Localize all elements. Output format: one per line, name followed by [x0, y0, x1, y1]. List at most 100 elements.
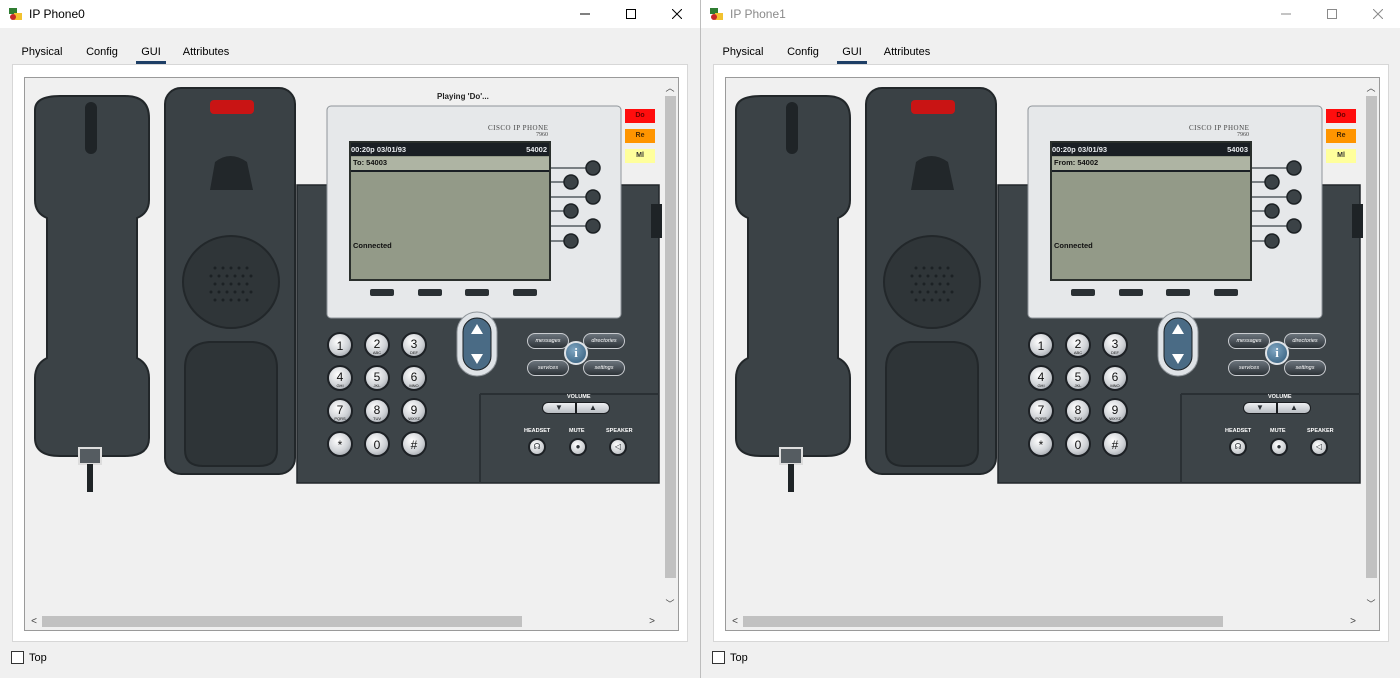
key-6[interactable]: 6 MNO	[401, 365, 427, 391]
tab-config[interactable]: Config	[72, 40, 132, 64]
scroll-down-icon[interactable]: ﹀	[1363, 596, 1379, 612]
top-checkbox[interactable]	[712, 651, 725, 664]
volume-down-button[interactable]: ▼	[542, 402, 576, 414]
speaker-button[interactable]: ◁	[1310, 438, 1328, 456]
close-button[interactable]	[654, 0, 700, 28]
vertical-scroll-thumb[interactable]	[1366, 96, 1377, 578]
scroll-up-icon[interactable]: ︿	[662, 80, 678, 96]
horizontal-scrollbar[interactable]: < >	[726, 613, 1379, 630]
settings-button[interactable]: settings	[583, 360, 625, 376]
messages-button[interactable]: messages	[527, 333, 569, 349]
side-button-ml[interactable]: Ml	[625, 149, 655, 163]
key-0[interactable]: 0	[364, 431, 390, 457]
minimize-button[interactable]	[562, 0, 608, 28]
softkey-4[interactable]	[513, 289, 537, 296]
close-button[interactable]	[1355, 0, 1400, 28]
scroll-left-icon[interactable]: <	[727, 613, 743, 630]
title-bar[interactable]: IP Phone1	[701, 0, 1400, 28]
line-button-6[interactable]	[563, 233, 579, 249]
key-star[interactable]: *	[327, 431, 353, 457]
key-5[interactable]: 5 JKL	[1065, 365, 1091, 391]
line-button-2[interactable]	[1264, 174, 1280, 190]
softkey-1[interactable]	[1071, 289, 1095, 296]
key-7[interactable]: 7 PQRS	[1028, 398, 1054, 424]
softkey-4[interactable]	[1214, 289, 1238, 296]
tab-gui[interactable]: GUI	[831, 40, 873, 64]
key-5[interactable]: 5 JKL	[364, 365, 390, 391]
maximize-button[interactable]	[608, 0, 654, 28]
info-button[interactable]: i	[564, 341, 588, 365]
directories-button[interactable]: directories	[583, 333, 625, 349]
top-checkbox-label[interactable]: Top	[29, 652, 47, 664]
key-8[interactable]: 8 TUV	[1065, 398, 1091, 424]
volume-down-button[interactable]: ▼	[1243, 402, 1277, 414]
key-4[interactable]: 4 GHI	[327, 365, 353, 391]
tab-attributes[interactable]: Attributes	[172, 40, 240, 64]
side-button-do[interactable]: Do	[625, 109, 655, 123]
volume-up-button[interactable]: ▲	[576, 402, 610, 414]
scroll-up-icon[interactable]: ︿	[1363, 80, 1379, 96]
horizontal-scroll-thumb[interactable]	[743, 616, 1223, 627]
line-button-2[interactable]	[563, 174, 579, 190]
minimize-button[interactable]	[1263, 0, 1309, 28]
key-1[interactable]: 1	[327, 332, 353, 358]
softkey-2[interactable]	[418, 289, 442, 296]
line-button-5[interactable]	[585, 218, 601, 234]
line-button-4[interactable]	[1264, 203, 1280, 219]
softkey-1[interactable]	[370, 289, 394, 296]
scroll-right-icon[interactable]: >	[1345, 613, 1361, 630]
volume-up-button[interactable]: ▲	[1277, 402, 1311, 414]
softkey-3[interactable]	[1166, 289, 1190, 296]
horizontal-scrollbar[interactable]: < >	[25, 613, 678, 630]
mute-button[interactable]: ●	[1270, 438, 1288, 456]
horizontal-scroll-thumb[interactable]	[42, 616, 522, 627]
key-0[interactable]: 0	[1065, 431, 1091, 457]
line-button-3[interactable]	[585, 189, 601, 205]
messages-button[interactable]: messages	[1228, 333, 1270, 349]
key-2[interactable]: 2 ABC	[364, 332, 390, 358]
key-1[interactable]: 1	[1028, 332, 1054, 358]
vertical-scrollbar[interactable]: ︿ ﹀	[1363, 78, 1379, 614]
key-4[interactable]: 4 GHI	[1028, 365, 1054, 391]
softkey-2[interactable]	[1119, 289, 1143, 296]
key-9[interactable]: 9 WXYZ	[401, 398, 427, 424]
services-button[interactable]: services	[527, 360, 569, 376]
softkey-3[interactable]	[465, 289, 489, 296]
key-8[interactable]: 8 TUV	[364, 398, 390, 424]
scroll-left-icon[interactable]: <	[26, 613, 42, 630]
mute-button[interactable]: ●	[569, 438, 587, 456]
key-6[interactable]: 6 MNO	[1102, 365, 1128, 391]
directories-button[interactable]: directories	[1284, 333, 1326, 349]
vertical-scrollbar[interactable]: ︿ ﹀	[662, 78, 678, 614]
key-2[interactable]: 2 ABC	[1065, 332, 1091, 358]
key-7[interactable]: 7 PQRS	[327, 398, 353, 424]
tab-physical[interactable]: Physical	[713, 40, 773, 64]
key-3[interactable]: 3 DEF	[1102, 332, 1128, 358]
info-button[interactable]: i	[1265, 341, 1289, 365]
key-3[interactable]: 3 DEF	[401, 332, 427, 358]
vertical-scroll-thumb[interactable]	[665, 96, 676, 578]
line-button-5[interactable]	[1286, 218, 1302, 234]
side-button-re[interactable]: Re	[1326, 129, 1356, 143]
side-button-do[interactable]: Do	[1326, 109, 1356, 123]
maximize-button[interactable]	[1309, 0, 1355, 28]
line-button-4[interactable]	[563, 203, 579, 219]
key-pound[interactable]: #	[1102, 431, 1128, 457]
line-button-1[interactable]	[1286, 160, 1302, 176]
side-button-ml[interactable]: Ml	[1326, 149, 1356, 163]
key-star[interactable]: *	[1028, 431, 1054, 457]
scroll-right-icon[interactable]: >	[644, 613, 660, 630]
key-pound[interactable]: #	[401, 431, 427, 457]
title-bar[interactable]: IP Phone0	[0, 0, 700, 28]
services-button[interactable]: services	[1228, 360, 1270, 376]
side-button-re[interactable]: Re	[625, 129, 655, 143]
line-button-6[interactable]	[1264, 233, 1280, 249]
headset-button[interactable]: ☊	[1229, 438, 1247, 456]
tab-physical[interactable]: Physical	[12, 40, 72, 64]
key-9[interactable]: 9 WXYZ	[1102, 398, 1128, 424]
scroll-down-icon[interactable]: ﹀	[662, 596, 678, 612]
top-checkbox-label[interactable]: Top	[730, 652, 748, 664]
speaker-button[interactable]: ◁	[609, 438, 627, 456]
headset-button[interactable]: ☊	[528, 438, 546, 456]
settings-button[interactable]: settings	[1284, 360, 1326, 376]
